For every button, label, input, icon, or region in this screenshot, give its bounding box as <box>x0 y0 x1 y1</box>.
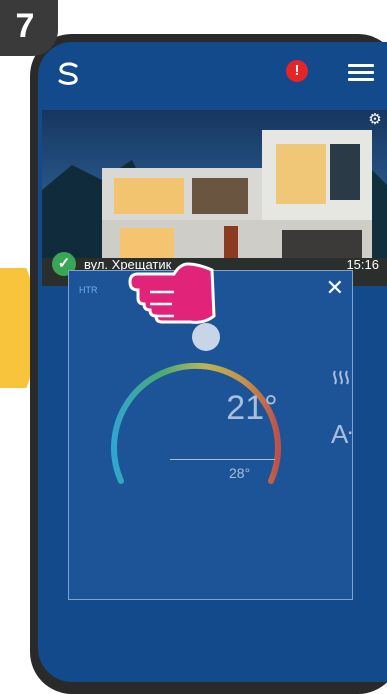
hamburger-menu-icon[interactable] <box>348 64 374 82</box>
step-number: 7 <box>15 6 35 45</box>
heat-waves-icon <box>333 370 349 385</box>
salus-logo-icon <box>58 62 78 85</box>
thermostat-mode-label: HTR <box>79 285 98 295</box>
gear-icon[interactable]: ⚙ <box>367 112 383 128</box>
set-temperature: 28° <box>229 465 251 481</box>
pointing-hand-icon <box>128 262 216 324</box>
step-badge: 7 <box>0 0 58 56</box>
close-icon[interactable]: ✕ <box>326 275 344 301</box>
temperature-divider <box>170 459 275 460</box>
auto-mode-icon[interactable]: A▪ <box>331 421 352 447</box>
app-screen: ! ⚙ ✓ вул. Хрещатик 15:16 HTR ✕ 21° 28° … <box>38 42 387 682</box>
auto-mode-label: A <box>331 419 349 449</box>
alert-icon[interactable]: ! <box>286 60 308 82</box>
top-bar: ! <box>38 42 387 102</box>
current-temperature: 21° <box>226 389 278 427</box>
